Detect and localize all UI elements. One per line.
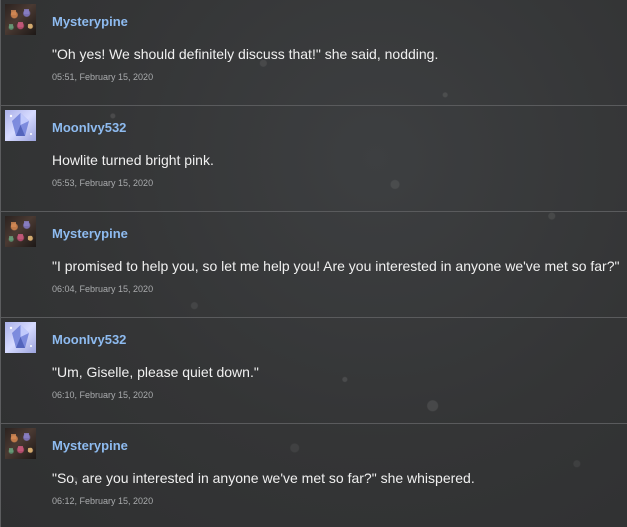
chat-message: MoonIvy532 Howlite turned bright pink. 0… bbox=[1, 106, 627, 212]
message-timestamp: 05:53, February 15, 2020 bbox=[52, 178, 154, 188]
message-timestamp: 06:12, February 15, 2020 bbox=[52, 496, 154, 506]
message-text: "Oh yes! We should definitely discuss th… bbox=[52, 46, 439, 62]
username-link[interactable]: Mysterypine bbox=[52, 226, 128, 241]
message-timestamp: 06:04, February 15, 2020 bbox=[52, 284, 154, 294]
username-link[interactable]: Mysterypine bbox=[52, 438, 128, 453]
avatar[interactable] bbox=[5, 4, 36, 35]
avatar[interactable] bbox=[5, 428, 36, 459]
message-text: "So, are you interested in anyone we've … bbox=[52, 470, 475, 486]
username-link[interactable]: MoonIvy532 bbox=[52, 120, 126, 135]
chat-message: Mysterypine "So, are you interested in a… bbox=[1, 424, 627, 527]
message-timestamp: 05:51, February 15, 2020 bbox=[52, 72, 154, 82]
message-text: "Um, Giselle, please quiet down." bbox=[52, 364, 259, 380]
username-link[interactable]: Mysterypine bbox=[52, 14, 128, 29]
message-text: Howlite turned bright pink. bbox=[52, 152, 214, 168]
mysterypine-avatar-icon bbox=[9, 433, 32, 452]
mysterypine-avatar-icon bbox=[9, 221, 32, 240]
username-link[interactable]: MoonIvy532 bbox=[52, 332, 126, 347]
chat-message: MoonIvy532 "Um, Giselle, please quiet do… bbox=[1, 318, 627, 424]
moonivy-avatar-icon bbox=[9, 325, 32, 348]
avatar[interactable] bbox=[5, 322, 36, 353]
message-timestamp: 06:10, February 15, 2020 bbox=[52, 390, 154, 400]
avatar[interactable] bbox=[5, 216, 36, 247]
chat-feed: Mysterypine "Oh yes! We should definitel… bbox=[0, 0, 627, 527]
chat-message: Mysterypine "I promised to help you, so … bbox=[1, 212, 627, 318]
moonivy-avatar-icon bbox=[9, 113, 32, 136]
chat-message: Mysterypine "Oh yes! We should definitel… bbox=[1, 0, 627, 106]
avatar[interactable] bbox=[5, 110, 36, 141]
message-text: "I promised to help you, so let me help … bbox=[52, 258, 620, 274]
mysterypine-avatar-icon bbox=[9, 9, 32, 28]
